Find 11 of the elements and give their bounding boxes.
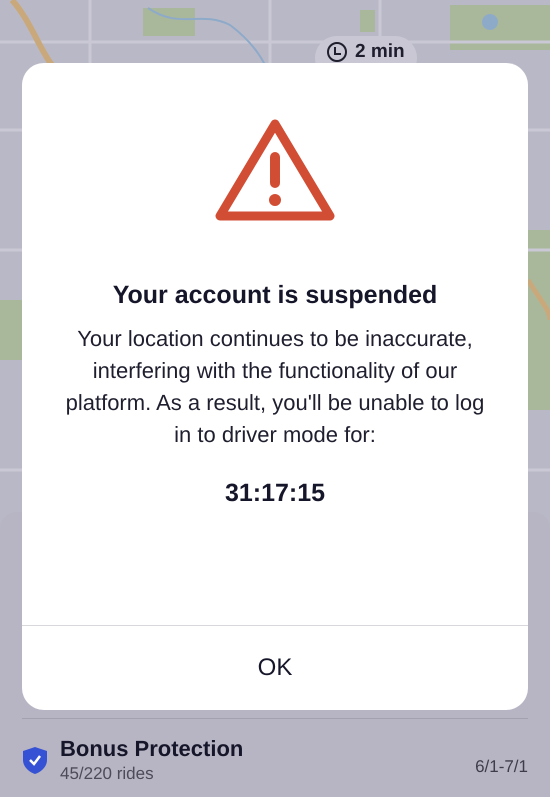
eta-text: 2 min (355, 42, 405, 62)
dialog-message: Your location continues to be inaccurate, interfering with the functionality of our platform. As a result, you'll be unable to log in to driver mode for: (64, 324, 486, 448)
bonus-title: Bonus Protection (60, 735, 244, 763)
dialog-title: Your account is suspended (112, 280, 438, 311)
shield-check-icon (22, 746, 48, 774)
countdown-timer: 31:17:15 (224, 478, 326, 508)
bonus-dates: 6/1-7/1 (475, 756, 528, 778)
bonus-subtitle: 45/220 rides (60, 763, 155, 785)
warning-icon (214, 118, 336, 222)
ok-button[interactable]: OK (22, 626, 528, 710)
clock-icon (327, 42, 347, 62)
